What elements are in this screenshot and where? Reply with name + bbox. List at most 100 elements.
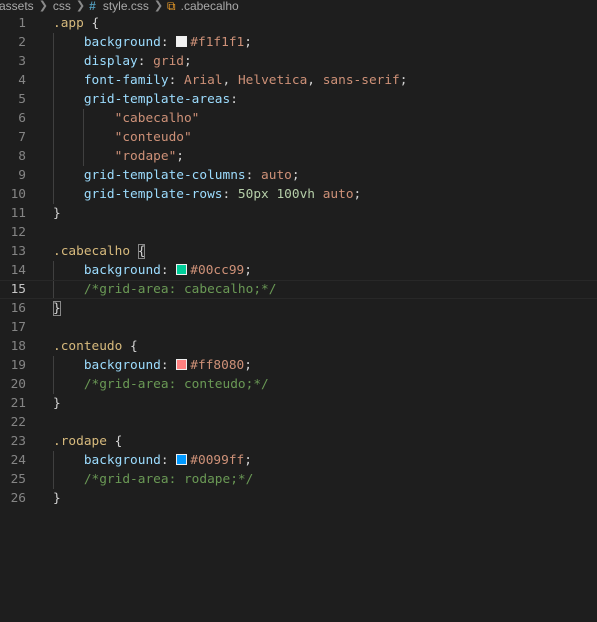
code-token: } bbox=[53, 491, 61, 506]
code-line[interactable]: 1 .app { bbox=[0, 14, 597, 33]
line-number: 18 bbox=[10, 339, 26, 354]
code-line[interactable]: 14 background: #00cc99; bbox=[0, 261, 597, 280]
code-token: background bbox=[53, 35, 161, 50]
code-line[interactable]: 21} bbox=[0, 394, 597, 413]
code-editor[interactable]: 1 .app {2 background: #f1f1f1; 3 display: … bbox=[0, 14, 597, 508]
code-token: .conteudo bbox=[53, 339, 123, 354]
code-token: #ff8080 bbox=[190, 358, 245, 373]
code-token: auto bbox=[322, 187, 354, 202]
code-token: ; bbox=[176, 149, 184, 164]
code-token: /*grid-area: cabecalho;*/ bbox=[53, 282, 277, 297]
code-text[interactable]: "conteudo" bbox=[53, 128, 192, 147]
code-text[interactable]: background: #0099ff; bbox=[53, 451, 252, 470]
code-token: { bbox=[106, 434, 123, 449]
code-token: #0099ff bbox=[190, 453, 245, 468]
code-line[interactable]: 2 background: #f1f1f1; bbox=[0, 33, 597, 52]
code-token: grid bbox=[153, 54, 184, 69]
color-swatch-icon[interactable] bbox=[176, 264, 188, 275]
code-token: ; bbox=[244, 453, 252, 468]
code-token: ; bbox=[291, 168, 300, 183]
code-line[interactable]: 9 grid-template-columns: auto; bbox=[0, 166, 597, 185]
line-number: 25 bbox=[10, 472, 26, 487]
code-token: : bbox=[160, 263, 177, 278]
code-line[interactable]: 10 grid-template-rows: 50px 100vh auto; bbox=[0, 185, 597, 204]
code-token: #00cc99 bbox=[190, 263, 245, 278]
code-text[interactable]: display: grid; bbox=[53, 52, 192, 71]
line-number: 15 bbox=[10, 282, 26, 297]
code-line[interactable]: 11} bbox=[0, 204, 597, 223]
code-text[interactable]: grid-template-areas: bbox=[53, 90, 238, 109]
code-editor-window: assets ❯ css ❯ # style.css ❯ ⧉ .cabecalh… bbox=[0, 0, 597, 622]
code-line[interactable]: 24 background: #0099ff; bbox=[0, 451, 597, 470]
code-line[interactable]: 15 /*grid-area: cabecalho;*/ bbox=[0, 280, 597, 299]
code-text[interactable]: grid-template-rows: 50px 100vh auto; bbox=[53, 185, 361, 204]
code-line[interactable]: 8 "rodape"; bbox=[0, 147, 597, 166]
line-number: 6 bbox=[18, 111, 26, 126]
code-line[interactable]: 20 /*grid-area: conteudo;*/ bbox=[0, 375, 597, 394]
color-swatch-icon[interactable] bbox=[176, 359, 188, 370]
code-line[interactable]: 25 /*grid-area: rodape;*/ bbox=[0, 470, 597, 489]
code-text[interactable]: /*grid-area: rodape;*/ bbox=[53, 470, 254, 489]
code-text[interactable]: } bbox=[53, 204, 61, 223]
code-token: "rodape" bbox=[53, 149, 177, 164]
code-text[interactable]: background: #00cc99; bbox=[53, 261, 252, 280]
line-number: 16 bbox=[10, 301, 26, 316]
breadcrumb-symbol-cabecalho[interactable]: .cabecalho bbox=[180, 0, 240, 13]
line-number: 10 bbox=[10, 187, 26, 202]
code-token: 100vh bbox=[276, 187, 315, 202]
code-token: grid-template-areas bbox=[53, 92, 231, 107]
code-line[interactable]: 3 display: grid; bbox=[0, 52, 597, 71]
code-token: font-family bbox=[53, 73, 169, 88]
breadcrumb: assets ❯ css ❯ # style.css ❯ ⧉ .cabecalh… bbox=[0, 0, 240, 13]
code-token: : bbox=[160, 35, 177, 50]
code-line[interactable]: 26} bbox=[0, 489, 597, 508]
code-token: .cabecalho bbox=[53, 244, 131, 259]
code-text[interactable]: } bbox=[53, 299, 61, 318]
code-line[interactable]: 23 .rodape { bbox=[0, 432, 597, 451]
code-text[interactable]: background: #ff8080; bbox=[53, 356, 252, 375]
code-text[interactable]: background: #f1f1f1; bbox=[53, 33, 252, 52]
code-text[interactable]: } bbox=[53, 489, 61, 508]
code-text[interactable]: "rodape"; bbox=[53, 147, 184, 166]
code-token: Helvetica bbox=[237, 73, 308, 88]
code-token: ; bbox=[353, 187, 362, 202]
line-number: 4 bbox=[18, 73, 26, 88]
breadcrumb-folder-assets[interactable]: assets bbox=[0, 0, 35, 13]
code-token: } bbox=[53, 396, 61, 411]
breadcrumb-file-style-css[interactable]: style.css bbox=[102, 0, 150, 13]
code-text[interactable]: /*grid-area: conteudo;*/ bbox=[53, 375, 269, 394]
code-line[interactable]: 22 bbox=[0, 413, 597, 432]
code-token: { bbox=[137, 244, 146, 259]
code-line[interactable]: 7 "conteudo" bbox=[0, 128, 597, 147]
line-number: 12 bbox=[10, 225, 26, 240]
line-number: 17 bbox=[10, 320, 26, 335]
code-text[interactable]: grid-template-columns: auto; bbox=[53, 166, 300, 185]
code-text[interactable]: "cabecalho" bbox=[53, 109, 200, 128]
code-text[interactable]: .conteudo { bbox=[53, 337, 138, 356]
code-line[interactable]: 6 "cabecalho" bbox=[0, 109, 597, 128]
code-token: } bbox=[53, 206, 61, 221]
code-text[interactable]: .app { bbox=[53, 14, 99, 33]
code-line[interactable]: 17 bbox=[0, 318, 597, 337]
code-text[interactable]: /*grid-area: cabecalho;*/ bbox=[53, 281, 277, 298]
code-line[interactable]: 13 .cabecalho { bbox=[0, 242, 597, 261]
code-text[interactable]: font-family: Arial, Helvetica, sans-seri… bbox=[53, 71, 408, 90]
code-text[interactable]: } bbox=[53, 394, 61, 413]
code-line[interactable]: 18 .conteudo { bbox=[0, 337, 597, 356]
code-line[interactable]: 4 font-family: Arial, Helvetica, sans-se… bbox=[0, 71, 597, 90]
color-swatch-icon[interactable] bbox=[176, 454, 188, 465]
code-text[interactable]: .cabecalho { bbox=[53, 242, 146, 261]
line-number: 1 bbox=[18, 16, 26, 31]
code-line[interactable]: 19 background: #ff8080; bbox=[0, 356, 597, 375]
code-line[interactable]: 12 bbox=[0, 223, 597, 242]
line-number: 7 bbox=[18, 130, 26, 145]
code-token: display bbox=[53, 54, 138, 69]
line-number: 8 bbox=[18, 149, 26, 164]
code-line[interactable]: 16} bbox=[0, 299, 597, 318]
line-number: 21 bbox=[10, 396, 26, 411]
code-line[interactable]: 5 grid-template-areas: bbox=[0, 90, 597, 109]
breadcrumb-folder-css[interactable]: css bbox=[52, 0, 72, 13]
code-text[interactable]: .rodape { bbox=[53, 432, 122, 451]
code-token: .app bbox=[53, 16, 84, 31]
color-swatch-icon[interactable] bbox=[176, 36, 188, 47]
